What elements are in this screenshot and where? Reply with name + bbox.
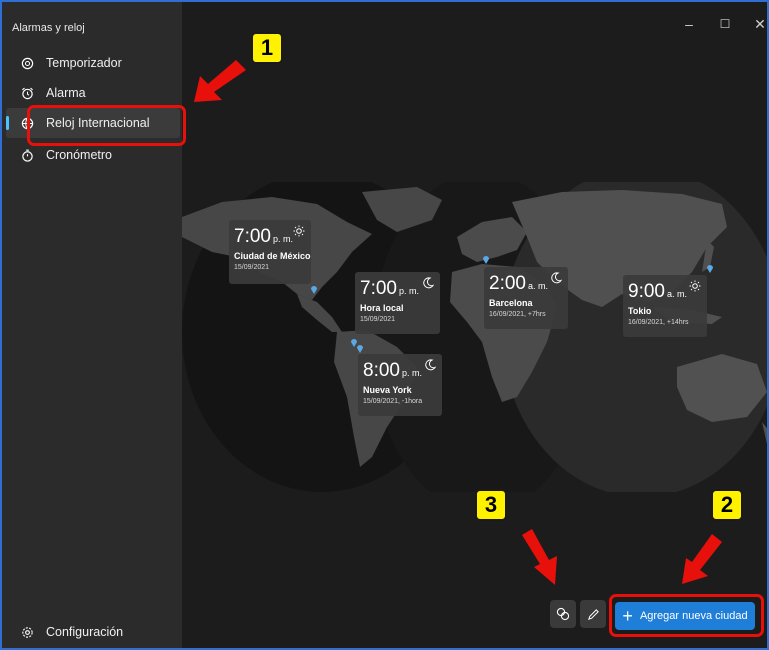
moon-icon xyxy=(423,277,434,289)
sun-icon xyxy=(293,225,305,237)
sun-icon xyxy=(689,280,701,292)
sidebar-item-label: Cronómetro xyxy=(46,148,112,162)
clock-card-barcelona[interactable]: 2:00 a. m. Barcelona 16/09/2021, +7hrs xyxy=(484,267,568,329)
clock-date: 16/09/2021, +14hrs xyxy=(628,319,689,326)
location-pin-icon xyxy=(707,265,713,273)
location-pin-icon xyxy=(357,345,363,353)
stopwatch-icon xyxy=(16,149,38,162)
settings-button[interactable]: Configuración xyxy=(6,617,180,647)
minimize-button[interactable]: – xyxy=(679,16,699,32)
location-pin-icon xyxy=(483,256,489,264)
highlight-reloj-internacional xyxy=(27,105,186,146)
annotation-badge-1: 1 xyxy=(251,32,283,64)
settings-label: Configuración xyxy=(46,625,124,639)
sidebar-item-temporizador[interactable]: Temporizador xyxy=(6,48,180,78)
maximize-button[interactable]: ☐ xyxy=(715,17,735,31)
world-clock-view: – ☐ ✕ 7:00 p. m. Ciudad de México 15/09/… xyxy=(182,2,767,648)
app-title: Alarmas y reloj xyxy=(12,22,85,34)
clock-city: Nueva York xyxy=(363,385,412,395)
clock-city: Tokio xyxy=(628,306,652,316)
clock-city: Ciudad de México xyxy=(234,251,311,261)
sidebar-item-alarma[interactable]: Alarma xyxy=(6,78,180,108)
gear-icon xyxy=(16,626,38,639)
edit-button[interactable] xyxy=(580,600,606,628)
moon-icon xyxy=(551,272,562,284)
sidebar: Alarmas y reloj Temporizador Alarma Relo… xyxy=(2,2,182,648)
clock-city: Hora local xyxy=(360,303,404,313)
app-window: Alarmas y reloj Temporizador Alarma Relo… xyxy=(0,0,769,650)
sidebar-item-label: Alarma xyxy=(46,86,86,100)
clock-card-nueva-york[interactable]: 8:00 p. m. Nueva York 15/09/2021, -1hora xyxy=(358,354,442,416)
close-button[interactable]: ✕ xyxy=(750,16,767,33)
pencil-icon xyxy=(587,608,599,620)
compare-time-button[interactable] xyxy=(550,600,576,628)
clock-card-ciudad-de-mexico[interactable]: 7:00 p. m. Ciudad de México 15/09/2021 xyxy=(229,220,311,284)
annotation-badge-3: 3 xyxy=(475,489,507,521)
clock-date: 15/09/2021 xyxy=(234,264,270,271)
location-pin-icon xyxy=(311,286,317,294)
clock-date: 16/09/2021, +7hrs xyxy=(489,311,546,318)
clock-city: Barcelona xyxy=(489,298,533,308)
timer-icon xyxy=(16,57,38,70)
alarm-icon xyxy=(16,87,38,100)
highlight-add-city xyxy=(609,594,764,637)
annotation-badge-2: 2 xyxy=(711,489,743,521)
clock-date: 15/09/2021, -1hora xyxy=(363,398,423,405)
moon-icon xyxy=(425,359,436,371)
clock-card-hora-local[interactable]: 7:00 p. m. Hora local 15/09/2021 xyxy=(355,272,440,334)
compare-time-icon xyxy=(556,607,570,621)
selection-indicator xyxy=(6,116,9,130)
clock-date: 15/09/2021 xyxy=(360,316,396,323)
clock-card-tokio[interactable]: 9:00 a. m. Tokio 16/09/2021, +14hrs xyxy=(623,275,707,337)
sidebar-item-label: Temporizador xyxy=(46,56,122,70)
